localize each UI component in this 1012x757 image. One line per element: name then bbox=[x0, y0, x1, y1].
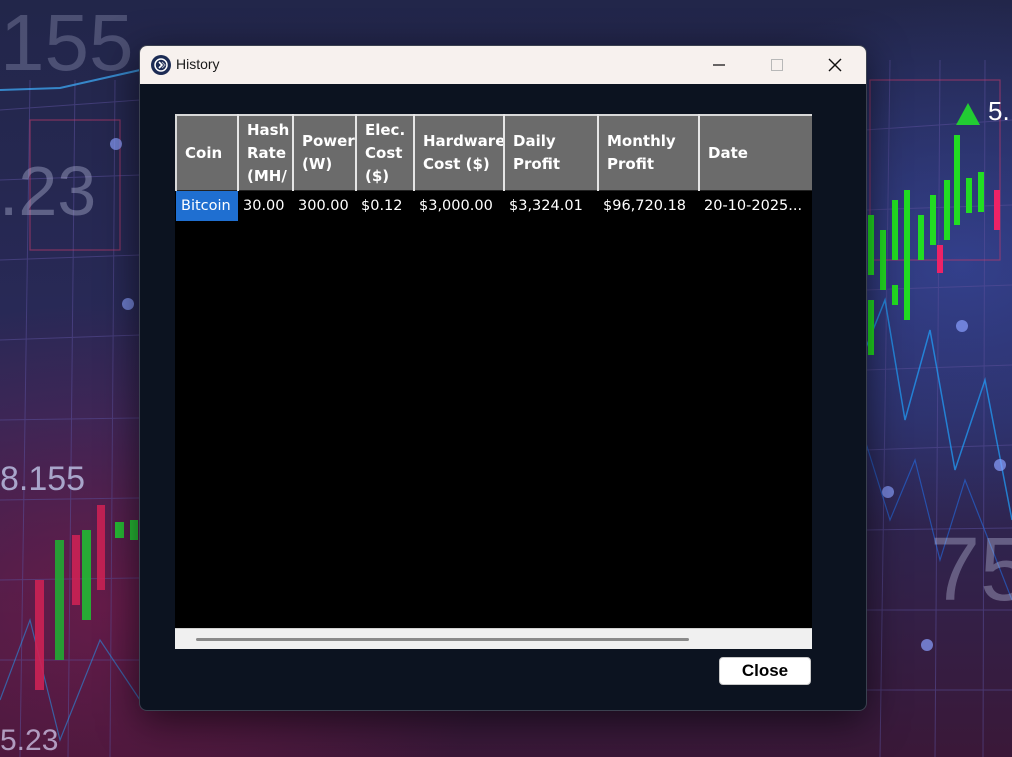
app-icon bbox=[151, 55, 171, 75]
column-header-date[interactable]: Date bbox=[699, 114, 812, 191]
scrollbar-thumb[interactable] bbox=[196, 638, 689, 641]
column-header-monthly-profit[interactable]: Monthly Profit bbox=[598, 114, 700, 191]
cell-date[interactable]: 20-10-2025... bbox=[699, 190, 812, 221]
column-header-power[interactable]: Power (W) bbox=[293, 114, 357, 191]
maximize-button[interactable] bbox=[749, 46, 805, 84]
history-table: Coin Hash Rate (MH/ Power (W) Elec. Cost ($) … bbox=[175, 114, 812, 221]
history-window: History Coin Hash Rate (MH/ Power (W) El… bbox=[139, 45, 867, 711]
minimize-icon bbox=[713, 64, 725, 66]
bg-label-big-left: 5.23 bbox=[0, 152, 96, 230]
column-header-daily-profit[interactable]: Daily Profit bbox=[504, 114, 599, 191]
column-header-hash-rate[interactable]: Hash Rate (MH/ bbox=[238, 114, 294, 191]
cell-coin[interactable]: Bitcoin bbox=[176, 190, 238, 221]
history-table-container[interactable]: Coin Hash Rate (MH/ Power (W) Elec. Cost ($) … bbox=[175, 114, 812, 649]
column-header-elec-cost[interactable]: Elec. Cost ($) bbox=[356, 114, 415, 191]
minimize-button[interactable] bbox=[691, 46, 747, 84]
title-bar[interactable]: History bbox=[140, 46, 866, 84]
window-close-button[interactable] bbox=[807, 46, 863, 84]
cell-hash-rate[interactable]: 30.00 bbox=[238, 190, 293, 221]
bg-label-mid-left: 8.155 bbox=[0, 460, 85, 498]
table-header-row: Coin Hash Rate (MH/ Power (W) Elec. Cost ($) … bbox=[175, 114, 812, 191]
maximize-icon bbox=[771, 59, 783, 71]
bg-label-top-right: 5. bbox=[988, 96, 1010, 126]
horizontal-scrollbar[interactable] bbox=[175, 628, 812, 649]
cell-hardware-cost[interactable]: $3,000.00 bbox=[414, 190, 504, 221]
cell-power[interactable]: 300.00 bbox=[293, 190, 356, 221]
window-title: History bbox=[176, 56, 220, 72]
bg-label-top-left: 155 bbox=[0, 0, 133, 87]
bg-label-big-right: 75 bbox=[930, 520, 1012, 620]
cell-daily-profit[interactable]: $3,324.01 bbox=[504, 190, 598, 221]
column-header-coin[interactable]: Coin bbox=[175, 114, 239, 191]
close-icon bbox=[828, 58, 842, 72]
cell-monthly-profit[interactable]: $96,720.18 bbox=[598, 190, 699, 221]
bg-label-bottom-left: 5.23 bbox=[0, 724, 58, 757]
table-row[interactable]: Bitcoin 30.00 300.00 $0.12 $3,000.00 $3,… bbox=[176, 190, 812, 221]
cell-elec-cost[interactable]: $0.12 bbox=[356, 190, 414, 221]
close-button[interactable]: Close bbox=[719, 657, 811, 685]
column-header-hardware-cost[interactable]: Hardware Cost ($) bbox=[414, 114, 505, 191]
